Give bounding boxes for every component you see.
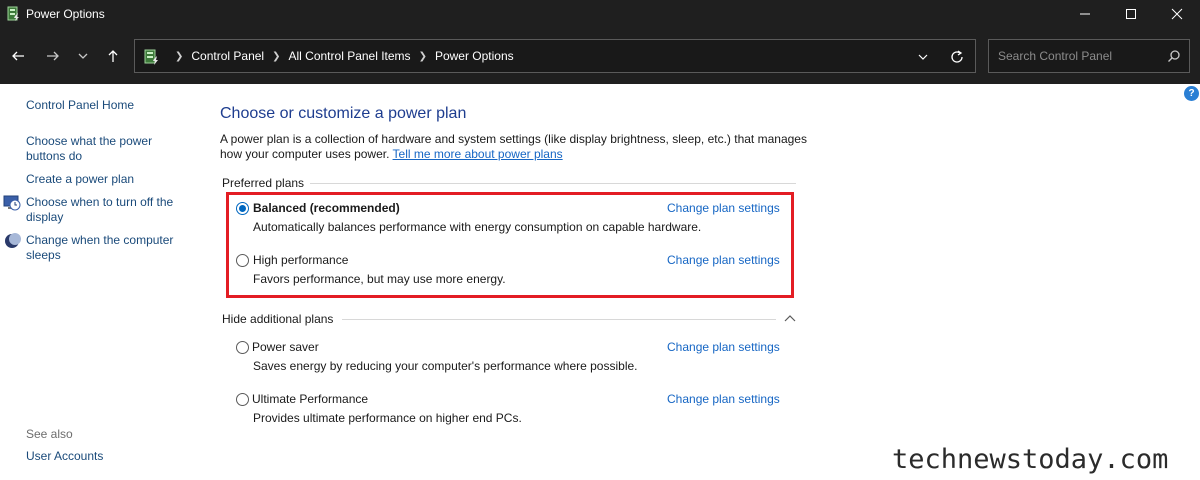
- up-arrow-icon: [108, 50, 118, 62]
- main-content: Choose or customize a power plan A power…: [200, 84, 1200, 480]
- recent-locations-button[interactable]: [72, 46, 94, 66]
- ultimate-performance-radio[interactable]: [236, 393, 249, 406]
- watermark: technewstoday.com: [892, 444, 1169, 475]
- power-saver-plan-name[interactable]: Power saver: [252, 340, 319, 354]
- page-title: Choose or customize a power plan: [220, 105, 467, 122]
- maximize-icon: [1126, 9, 1136, 19]
- display-clock-icon: [3, 195, 21, 211]
- additional-plans-divider: [342, 319, 776, 320]
- breadcrumb-control-panel[interactable]: Control Panel: [191, 49, 264, 63]
- chevron-up-icon[interactable]: [784, 314, 796, 324]
- turn-off-display-link[interactable]: Choose when to turn off the display: [26, 195, 191, 225]
- minimize-icon: [1080, 13, 1090, 15]
- forward-arrow-icon: [47, 51, 59, 61]
- moon-sleep-icon: [5, 233, 21, 248]
- breadcrumb-all-items[interactable]: All Control Panel Items: [289, 49, 411, 63]
- control-panel-icon: [144, 49, 158, 65]
- close-button[interactable]: [1154, 0, 1200, 28]
- back-button[interactable]: [7, 46, 29, 66]
- balanced-change-settings-link[interactable]: Change plan settings: [667, 201, 780, 215]
- search-icon[interactable]: [1167, 49, 1181, 63]
- high-performance-plan-description: Favors performance, but may use more ene…: [253, 272, 506, 286]
- page-description: A power plan is a collection of hardware…: [220, 132, 810, 162]
- user-accounts-link[interactable]: User Accounts: [26, 449, 191, 464]
- refresh-icon[interactable]: [949, 49, 965, 65]
- power-buttons-link[interactable]: Choose what the power buttons do: [26, 134, 191, 164]
- search-box: [988, 39, 1190, 73]
- learn-more-link[interactable]: Tell me more about power plans: [393, 147, 563, 161]
- hide-additional-plans-toggle[interactable]: Hide additional plans: [222, 312, 333, 326]
- address-dropdown-icon[interactable]: [917, 51, 929, 63]
- create-power-plan-link[interactable]: Create a power plan: [26, 172, 191, 187]
- minimize-button[interactable]: [1062, 0, 1108, 28]
- ultimate-performance-change-settings-link[interactable]: Change plan settings: [667, 392, 780, 406]
- power-options-icon: [7, 6, 19, 21]
- address-bar[interactable]: ❯ Control Panel ❯ All Control Panel Item…: [134, 39, 976, 73]
- navigation-bar: ❯ Control Panel ❯ All Control Panel Item…: [0, 28, 1200, 84]
- control-panel-home-link[interactable]: Control Panel Home: [26, 98, 191, 113]
- forward-button[interactable]: [42, 46, 64, 66]
- high-performance-radio[interactable]: [236, 254, 249, 267]
- window-title: Power Options: [26, 7, 105, 21]
- preferred-plans-divider: [310, 183, 796, 184]
- recent-locations-chevron-icon: [78, 53, 88, 59]
- power-saver-radio[interactable]: [236, 341, 249, 354]
- help-icon[interactable]: ?: [1184, 86, 1199, 101]
- ultimate-performance-plan-description: Provides ultimate performance on higher …: [253, 411, 522, 425]
- balanced-plan-description: Automatically balances performance with …: [253, 220, 702, 234]
- back-arrow-icon: [12, 51, 24, 61]
- preferred-plans-label: Preferred plans: [222, 176, 305, 190]
- up-button[interactable]: [102, 46, 124, 66]
- title-bar: Power Options: [0, 0, 1200, 28]
- see-also-heading: See also: [26, 427, 73, 441]
- power-saver-plan-description: Saves energy by reducing your computer's…: [253, 359, 638, 373]
- computer-sleeps-link[interactable]: Change when the computer sleeps: [26, 233, 191, 263]
- maximize-button[interactable]: [1108, 0, 1154, 28]
- balanced-radio[interactable]: [236, 202, 249, 215]
- breadcrumb-power-options[interactable]: Power Options: [435, 49, 514, 63]
- ultimate-performance-plan-name[interactable]: Ultimate Performance: [252, 392, 368, 406]
- power-saver-change-settings-link[interactable]: Change plan settings: [667, 340, 780, 354]
- balanced-plan-name[interactable]: Balanced (recommended): [253, 201, 400, 215]
- close-icon: [1171, 8, 1183, 20]
- breadcrumb-separator-icon: ❯: [272, 50, 281, 62]
- left-task-pane: Control Panel Home Choose what the power…: [0, 84, 200, 480]
- high-performance-plan-name[interactable]: High performance: [253, 253, 348, 267]
- breadcrumb: ❯ Control Panel ❯ All Control Panel Item…: [167, 49, 514, 63]
- search-input[interactable]: [990, 41, 1160, 71]
- breadcrumb-separator-icon: ❯: [175, 50, 184, 62]
- high-performance-change-settings-link[interactable]: Change plan settings: [667, 253, 780, 267]
- breadcrumb-separator-icon: ❯: [418, 50, 427, 62]
